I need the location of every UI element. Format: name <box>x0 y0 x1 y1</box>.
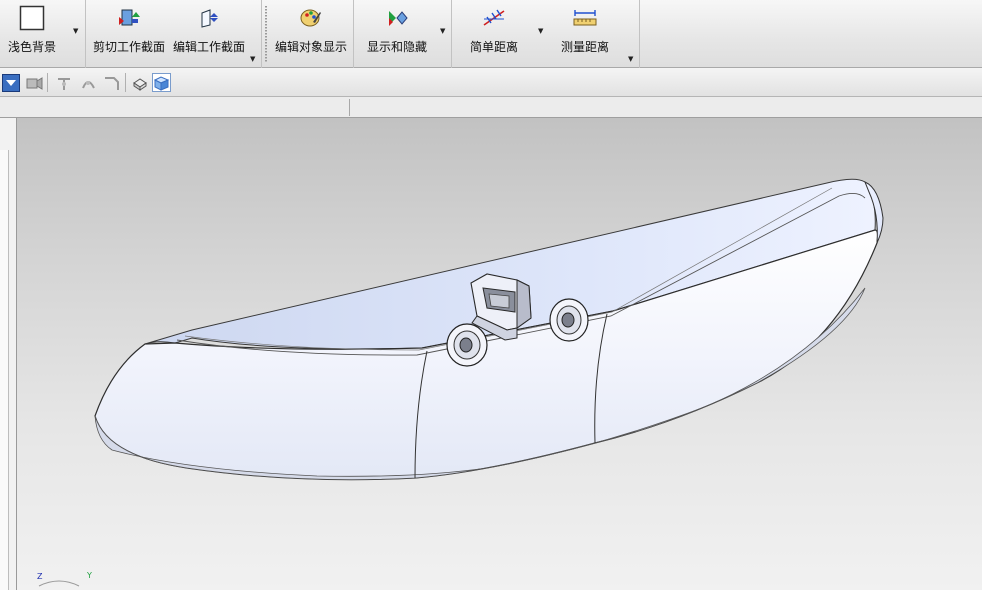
measure-distance-label: 测量距离 <box>560 40 609 54</box>
clip-section-label: 剪切工作截面 <box>92 40 165 54</box>
ruler-icon <box>573 10 597 26</box>
simple-distance-dropdown[interactable]: ▼ <box>538 27 543 35</box>
edit-section-icon <box>201 9 218 28</box>
ribbon-separator <box>265 6 267 62</box>
clip-section-button[interactable]: 剪切工作截面 <box>90 2 168 62</box>
resource-panel[interactable] <box>0 118 17 590</box>
ribbon-group-visibility: 显示和隐藏 ▼ <box>354 0 452 68</box>
ribbon-group-display: 编辑对象显示 <box>268 0 354 68</box>
ribbon-toolbar: 浅色背景 ▼ 剪切工作截面 编辑工作截面 ▼ 编辑对象显示 显示和隐藏 ▼ 简单… <box>0 0 982 68</box>
show-hide-icon <box>389 11 408 26</box>
view-dropdown-button[interactable] <box>1 73 20 92</box>
edit-object-display-button[interactable]: 编辑对象显示 <box>272 2 350 62</box>
light-background-label: 浅色背景 <box>7 40 56 54</box>
ribbon-group-section: 剪切工作截面 编辑工作截面 ▼ <box>86 0 262 68</box>
camera-icon <box>26 76 42 90</box>
snap-arc-icon <box>81 80 95 88</box>
graphics-viewport[interactable]: Z Y <box>17 118 982 590</box>
status-divider <box>349 99 350 116</box>
measure-distance-button[interactable]: 测量距离 <box>546 2 624 62</box>
status-bar <box>0 97 982 118</box>
show-hide-label: 显示和隐藏 <box>366 40 427 54</box>
axis-triad-icon <box>38 580 80 587</box>
shaded-edges-icon <box>132 77 147 91</box>
axis-z-label: Z <box>37 572 43 581</box>
section-group-dropdown[interactable]: ▼ <box>250 55 255 63</box>
model-boss-right <box>549 298 589 342</box>
simple-distance-label: 简单距离 <box>469 40 518 54</box>
model-boss-left <box>446 323 488 367</box>
resource-panel-strip <box>0 150 9 590</box>
snap-arc-button[interactable] <box>78 73 97 92</box>
snap-edge-button[interactable] <box>101 73 120 92</box>
light-background-dropdown[interactable]: ▼ <box>73 27 78 35</box>
cad-model <box>94 178 884 481</box>
snap-point-button[interactable] <box>54 73 73 92</box>
measure-group-dropdown[interactable]: ▼ <box>628 55 633 63</box>
camera-button[interactable] <box>24 73 43 92</box>
ribbon-group-measure: 简单距离 ▼ 测量距离 ▼ <box>452 0 640 68</box>
view-toolbar <box>0 68 982 97</box>
snap-edge-icon <box>104 76 119 90</box>
toolbar-separator <box>47 73 48 92</box>
show-hide-button[interactable]: 显示和隐藏 <box>358 2 436 62</box>
axis-triad: Z Y <box>35 571 95 590</box>
clip-section-icon <box>119 9 140 26</box>
shaded-cube-icon <box>153 76 170 91</box>
shaded-edges-button[interactable] <box>130 73 149 92</box>
snap-point-icon <box>57 77 70 90</box>
toolbar-separator <box>125 73 126 92</box>
shaded-cube-button[interactable] <box>152 73 171 92</box>
ribbon-group-background: 浅色背景 ▼ <box>0 0 86 68</box>
show-hide-dropdown[interactable]: ▼ <box>440 27 445 35</box>
simple-distance-icon <box>483 9 505 26</box>
axis-y-label: Y <box>87 571 92 580</box>
edit-section-label: 编辑工作截面 <box>172 40 245 54</box>
edit-section-button[interactable]: 编辑工作截面 <box>170 2 248 62</box>
view-dropdown-icon <box>1 73 20 92</box>
edit-object-display-label: 编辑对象显示 <box>274 40 347 54</box>
palette-icon <box>300 9 321 27</box>
simple-distance-button[interactable]: 简单距离 <box>454 2 534 62</box>
light-background-button[interactable]: 浅色背景 <box>4 2 60 62</box>
white-square-icon <box>19 5 45 31</box>
